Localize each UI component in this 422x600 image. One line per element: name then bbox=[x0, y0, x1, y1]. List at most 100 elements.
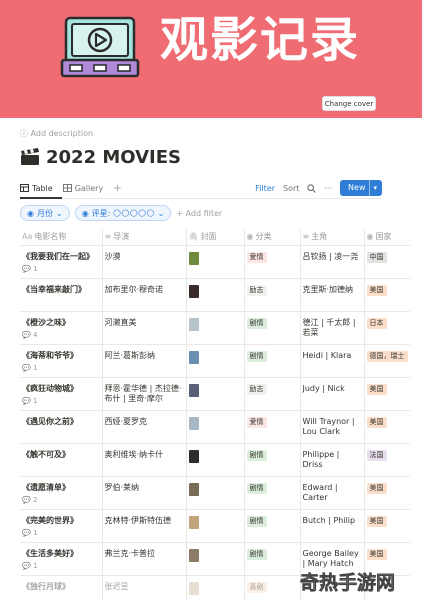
country-cell[interactable]: 美国 bbox=[364, 377, 410, 411]
director-cell[interactable]: 阿兰·葛斯彭纳 bbox=[102, 344, 187, 378]
comment-count[interactable]: 💬 2 bbox=[22, 495, 100, 505]
poster-cell[interactable] bbox=[186, 311, 245, 345]
table-row[interactable]: 《遗愿清单》 💬 2 罗伯·莱纳 剧情 Edward | Carter 美国 bbox=[20, 476, 410, 510]
country-cell[interactable]: 美国 bbox=[364, 278, 410, 312]
poster-thumbnail[interactable] bbox=[188, 284, 199, 298]
cast-cell[interactable]: Heidi | Klara bbox=[300, 344, 365, 378]
comment-count[interactable]: 💬 1 bbox=[22, 264, 100, 274]
poster-cell[interactable] bbox=[186, 278, 245, 312]
comment-count[interactable]: 💬 1 bbox=[22, 396, 100, 406]
column-header-cast[interactable]: ≡ 主角 bbox=[300, 229, 365, 246]
category-cell[interactable]: 剧情 bbox=[244, 443, 301, 477]
column-header-country[interactable]: ◉ 国家 bbox=[364, 229, 410, 246]
country-cell[interactable]: 德国，瑞士 bbox=[364, 344, 410, 378]
column-header-poster[interactable]: 🖇 封面 bbox=[186, 229, 245, 246]
table-row[interactable]: 《遇见你之前》 西娅·夏罗克 爱情 Will Traynor | Lou Clark 美… bbox=[20, 410, 410, 444]
category-cell[interactable]: 喜剧 bbox=[244, 575, 301, 600]
country-cell[interactable]: 法国 bbox=[364, 443, 410, 477]
comment-count[interactable]: 💬 1 bbox=[22, 528, 100, 538]
category-cell[interactable]: 剧情 bbox=[244, 476, 301, 510]
more-icon[interactable]: ··· bbox=[324, 184, 332, 193]
director-cell[interactable]: 张迟昱 bbox=[102, 575, 187, 600]
poster-thumbnail[interactable] bbox=[188, 383, 199, 397]
director-cell[interactable]: 克林特·伊斯特伍德 bbox=[102, 509, 187, 543]
category-cell[interactable]: 剧情 bbox=[244, 344, 301, 378]
movie-title-cell[interactable]: 《独行月球》 bbox=[20, 575, 103, 600]
add-view-button[interactable]: + bbox=[113, 183, 121, 194]
page-title[interactable]: 2022 MOVIES bbox=[20, 144, 181, 170]
category-cell[interactable]: 剧情 bbox=[244, 542, 301, 576]
column-header-title[interactable]: Aa 电影名称 bbox=[20, 229, 103, 246]
new-button[interactable]: New ▾ bbox=[340, 180, 382, 196]
director-cell[interactable]: 拜恩·霍华德 | 杰拉德·布什 | 里奇·摩尔 bbox=[102, 377, 187, 411]
cast-cell[interactable]: 德江 | 千太郎 | 若菜 bbox=[300, 311, 365, 345]
movie-title-cell[interactable]: 《触不可及》 bbox=[20, 443, 103, 477]
poster-cell[interactable] bbox=[186, 344, 245, 378]
poster-thumbnail[interactable] bbox=[188, 416, 199, 430]
movie-title-cell[interactable]: 《海蒂和爷爷》 💬 1 bbox=[20, 344, 103, 378]
chevron-down-icon[interactable]: ▾ bbox=[369, 180, 377, 196]
category-cell[interactable]: 爱情 bbox=[244, 245, 301, 279]
search-icon[interactable] bbox=[307, 183, 317, 193]
cast-cell[interactable]: 吕钦扬 | 凌一尧 bbox=[300, 245, 365, 279]
column-header-category[interactable]: ◉ 分类 bbox=[244, 229, 301, 246]
month-filter-pill[interactable]: ◉ 月份 ⌄ bbox=[20, 205, 70, 221]
add-description-button[interactable]: ⓘ Add description bbox=[20, 128, 93, 139]
poster-thumbnail[interactable] bbox=[188, 548, 199, 562]
country-cell[interactable]: 美国 bbox=[364, 476, 410, 510]
table-row[interactable]: 《触不可及》 奥利维埃·纳卡什 剧情 Philippe | Driss 法国 bbox=[20, 443, 410, 477]
poster-thumbnail[interactable] bbox=[188, 581, 199, 595]
poster-thumbnail[interactable] bbox=[188, 482, 199, 496]
cast-cell[interactable]: Butch | Philip bbox=[300, 509, 365, 543]
category-cell[interactable]: 剧情 bbox=[244, 509, 301, 543]
director-cell[interactable]: 罗伯·莱纳 bbox=[102, 476, 187, 510]
column-header-director[interactable]: ≡ 导演 bbox=[102, 229, 187, 246]
rating-filter-pill[interactable]: ◉ 评星: 🌕🌕🌕🌕🌕 ⌄ bbox=[74, 205, 172, 221]
director-cell[interactable]: 沙漠 bbox=[102, 245, 187, 279]
country-cell[interactable]: 日本 bbox=[364, 311, 410, 345]
director-cell[interactable]: 加布里尔·穆奇诺 bbox=[102, 278, 187, 312]
movie-title-cell[interactable]: 《生活多美好》 💬 1 bbox=[20, 542, 103, 576]
poster-cell[interactable] bbox=[186, 575, 245, 600]
poster-cell[interactable] bbox=[186, 509, 245, 543]
movie-title-cell[interactable]: 《橙沙之味》 💬 4 bbox=[20, 311, 103, 345]
poster-thumbnail[interactable] bbox=[188, 317, 199, 331]
poster-thumbnail[interactable] bbox=[188, 251, 199, 265]
cast-cell[interactable]: Will Traynor | Lou Clark bbox=[300, 410, 365, 444]
country-cell[interactable]: 中国 bbox=[364, 245, 410, 279]
cast-cell[interactable]: Edward | Carter bbox=[300, 476, 365, 510]
director-cell[interactable]: 奥利维埃·纳卡什 bbox=[102, 443, 187, 477]
table-row[interactable]: 《疯狂动物城》 💬 1 拜恩·霍华德 | 杰拉德·布什 | 里奇·摩尔 励志 Judy … bbox=[20, 377, 410, 411]
tab-table[interactable]: Table bbox=[20, 180, 53, 196]
filter-button[interactable]: Filter bbox=[255, 184, 275, 193]
country-cell[interactable]: 美国 bbox=[364, 410, 410, 444]
movie-title-cell[interactable]: 《我要我们在一起》 💬 1 bbox=[20, 245, 103, 279]
poster-cell[interactable] bbox=[186, 245, 245, 279]
table-row[interactable]: 《当幸福来敲门》 加布里尔·穆奇诺 励志 克里斯·加德纳 美国 bbox=[20, 278, 410, 312]
poster-cell[interactable] bbox=[186, 443, 245, 477]
poster-cell[interactable] bbox=[186, 377, 245, 411]
movie-title-cell[interactable]: 《遗愿清单》 💬 2 bbox=[20, 476, 103, 510]
poster-cell[interactable] bbox=[186, 476, 245, 510]
poster-cell[interactable] bbox=[186, 542, 245, 576]
sort-button[interactable]: Sort bbox=[283, 184, 299, 193]
poster-thumbnail[interactable] bbox=[188, 350, 199, 364]
category-cell[interactable]: 剧情 bbox=[244, 311, 301, 345]
director-cell[interactable]: 西娅·夏罗克 bbox=[102, 410, 187, 444]
cast-cell[interactable]: Judy | Nick bbox=[300, 377, 365, 411]
category-cell[interactable]: 励志 bbox=[244, 377, 301, 411]
table-row[interactable]: 《完美的世界》 💬 1 克林特·伊斯特伍德 剧情 Butch | Philip 美国 bbox=[20, 509, 410, 543]
cast-cell[interactable]: 克里斯·加德纳 bbox=[300, 278, 365, 312]
director-cell[interactable]: 河濑直美 bbox=[102, 311, 187, 345]
comment-count[interactable]: 💬 1 bbox=[22, 363, 100, 373]
category-cell[interactable]: 励志 bbox=[244, 278, 301, 312]
change-cover-button[interactable]: Change cover bbox=[322, 96, 376, 111]
tab-gallery[interactable]: Gallery bbox=[62, 180, 103, 196]
poster-thumbnail[interactable] bbox=[188, 515, 199, 529]
director-cell[interactable]: 弗兰克·卡普拉 bbox=[102, 542, 187, 576]
movie-title-cell[interactable]: 《完美的世界》 💬 1 bbox=[20, 509, 103, 543]
poster-cell[interactable] bbox=[186, 410, 245, 444]
movie-title-cell[interactable]: 《疯狂动物城》 💬 1 bbox=[20, 377, 103, 411]
movie-title-cell[interactable]: 《遇见你之前》 bbox=[20, 410, 103, 444]
country-cell[interactable]: 美国 bbox=[364, 509, 410, 543]
